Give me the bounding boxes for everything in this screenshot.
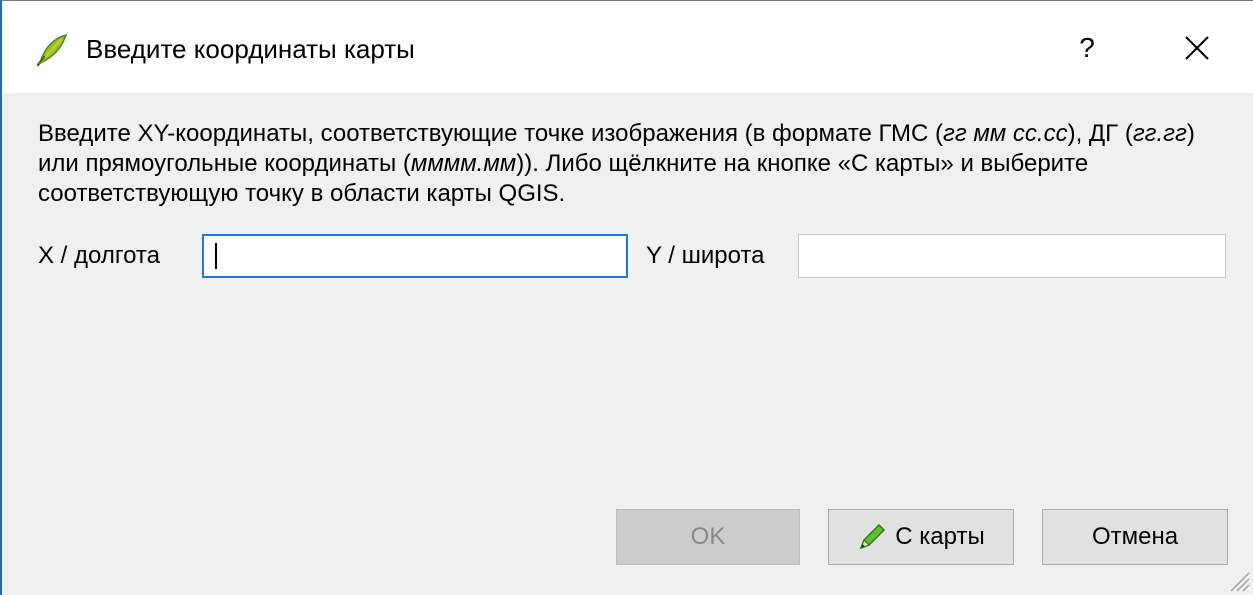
cancel-button-label: Отмена [1091, 523, 1179, 550]
ok-button[interactable]: OK [616, 509, 800, 565]
from-map-button-label: С карты [895, 523, 985, 550]
dialog-title: Введите координаты карты [86, 34, 415, 64]
y-latitude-input[interactable] [798, 234, 1226, 278]
qgis-icon [36, 33, 68, 67]
instructions-text: Введите XY-координаты, соответствующие т… [38, 120, 1195, 207]
title-bar[interactable]: Введите координаты карты ? [2, 1, 1253, 93]
cancel-button[interactable]: Отмена [1042, 509, 1228, 565]
ok-button-label: OK [690, 523, 726, 550]
dialog-window: Введите координаты карты ? Введите XY-ко… [0, 0, 1253, 595]
x-longitude-input[interactable] [202, 234, 628, 278]
help-button[interactable]: ? [1060, 23, 1114, 73]
pencil-icon [859, 523, 886, 550]
y-latitude-label: Y / широта [646, 242, 765, 269]
resize-grip-icon[interactable] [1225, 567, 1251, 593]
from-map-button[interactable]: С карты [828, 509, 1014, 565]
text-caret [215, 243, 217, 269]
close-icon[interactable] [1170, 23, 1224, 73]
x-longitude-label: X / долгота [38, 242, 160, 269]
